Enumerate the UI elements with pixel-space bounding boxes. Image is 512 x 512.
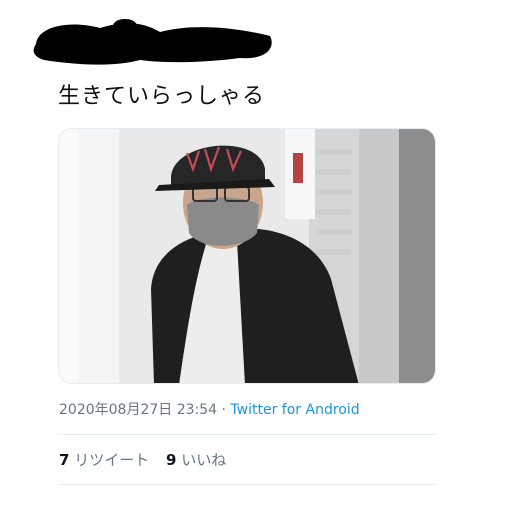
photo-person-in-cap-and-mask [59, 129, 435, 383]
tweet-metadata: 2020年08月27日 23:54 · Twitter for Android [59, 401, 360, 419]
likes-count: 9 [166, 451, 177, 469]
divider [58, 434, 436, 435]
tweet-timestamp[interactable]: 2020年08月27日 23:54 [59, 402, 217, 418]
tweet-text: 生きていらっしゃる [58, 84, 266, 109]
retweets-label: リツイート [74, 451, 150, 469]
likes-label: いいね [181, 451, 227, 469]
tweet-source-link[interactable]: Twitter for Android [230, 402, 359, 418]
divider [58, 484, 436, 485]
meta-separator: · [217, 402, 231, 418]
retweets-stat[interactable]: 7 リツイート [59, 451, 154, 469]
tweet-media-photo[interactable] [58, 128, 436, 384]
retweets-count: 7 [59, 451, 70, 469]
likes-stat[interactable]: 9 いいね [166, 451, 226, 469]
redacted-author-name [30, 14, 276, 70]
tweet-stats: 7 リツイート 9 いいね [59, 450, 226, 470]
